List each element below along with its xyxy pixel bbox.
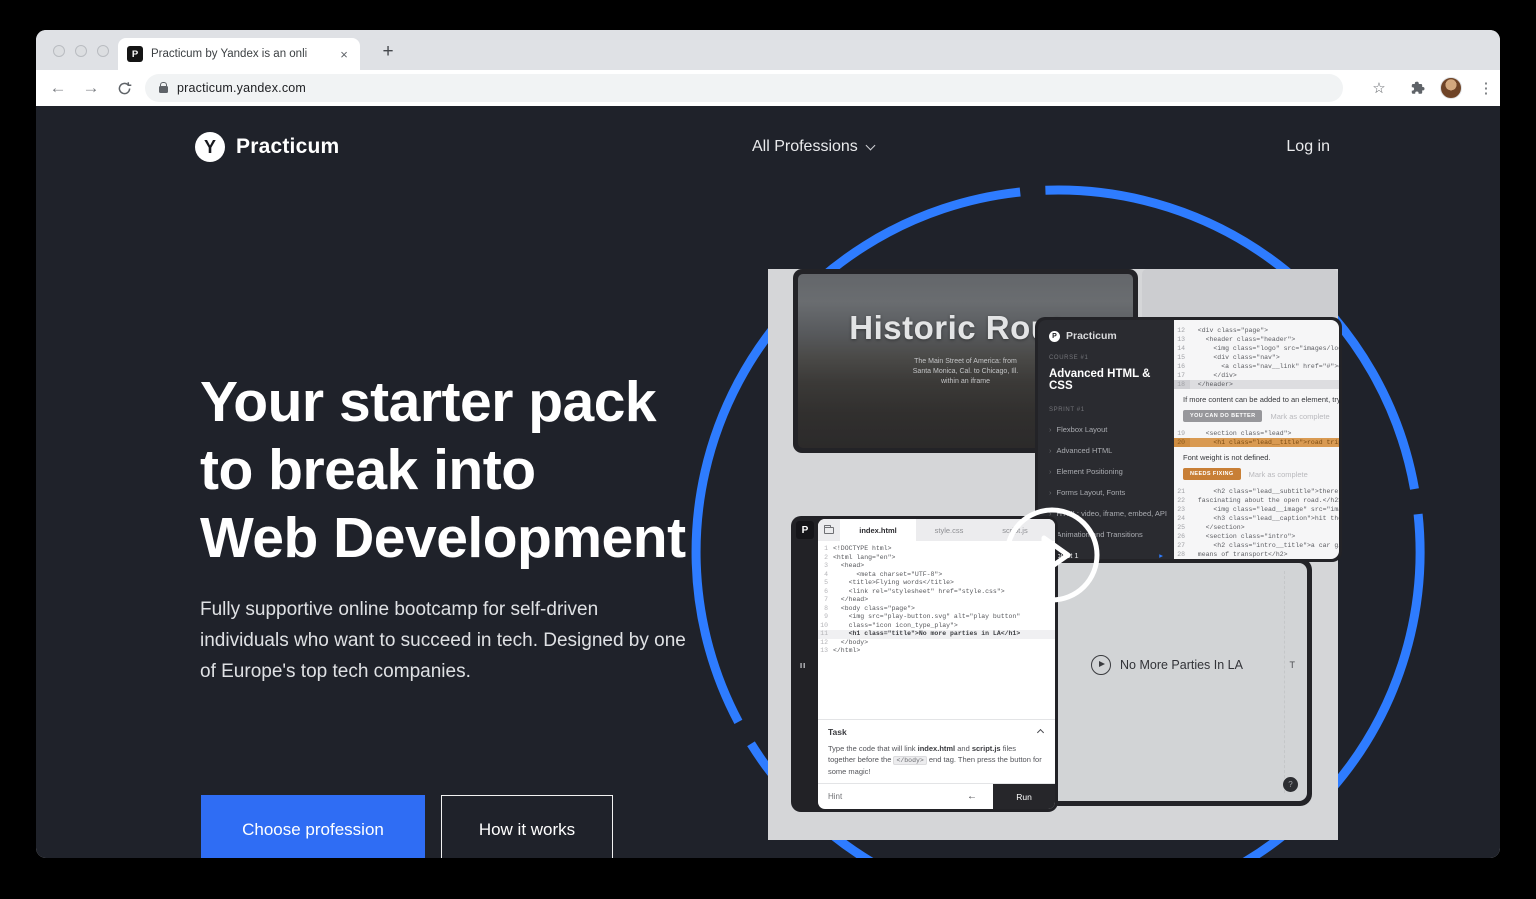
browser-window: P Practicum by Yandex is an onli × + ← →… [36,30,1500,858]
task-header[interactable]: Task [828,727,1045,737]
nav-label: All Professions [752,138,858,156]
lesson-item: ›Element Positioning [1049,467,1163,476]
profile-avatar[interactable] [1436,70,1466,106]
code-chip: </body> [893,756,926,765]
preview-title: No More Parties In LA [1120,658,1243,672]
small-play-icon [1091,655,1111,675]
background-card [1142,269,1338,319]
chevron-up-icon [1037,728,1044,735]
task-panel: Task Type the code that will link index.… [818,719,1055,783]
avatar-image [1440,77,1462,99]
reload-icon[interactable] [110,70,138,106]
review-actions: YOU CAN DO BETTER Mark as complete [1174,408,1339,429]
preview-divider [1284,571,1285,793]
hero-title: Your starter pack to break into Web Deve… [200,368,686,572]
lock-icon [159,86,168,93]
folder-icon-cell [818,519,840,541]
blue-arrow-icon: ▸ [1159,551,1163,559]
course-label: COURSE #1 [1049,355,1163,361]
lesson-item: ›Flexbox Layout [1049,425,1163,434]
cta-row: Choose profession How it works [201,795,613,858]
nav-all-professions[interactable]: All Professions [752,138,874,156]
text-cursor-glyph: T [1290,660,1296,670]
you-can-do-better-button[interactable]: YOU CAN DO BETTER [1183,410,1262,422]
brand-name: Practicum [236,135,339,159]
task-text: Type the code that will link index.html … [828,743,1045,777]
highlighted-editor-line: 11 <h1 class="title">No more parties in … [818,630,1055,639]
practicum-mini-logo-icon: P [1049,331,1060,342]
traffic-light-zoom[interactable] [97,45,109,57]
extensions-puzzle-icon[interactable] [1404,70,1432,106]
task-title: Task [828,727,847,737]
tab-strip: P Practicum by Yandex is an onli × + [36,30,1500,70]
mark-as-complete-link[interactable]: Mark as complete [1249,470,1308,479]
close-tab-icon[interactable]: × [336,47,352,62]
browser-toolbar: ← → practicum.yandex.com ☆ ⋮ [36,70,1500,106]
subtitle-line-3: of Europe's top tech companies. [200,656,686,687]
mark-as-complete-link[interactable]: Mark as complete [1270,412,1329,421]
editor-footer: Hint ← Run [818,783,1055,809]
practicum-brand[interactable]: Y Practicum [195,132,339,162]
traffic-light-close[interactable] [53,45,65,57]
review-note: If more content can be added to an eleme… [1174,389,1339,408]
run-button[interactable]: Run [993,784,1055,810]
url-text: practicum.yandex.com [177,81,306,95]
tab-style-css[interactable]: style.css [916,519,982,541]
lesson-item: ›Forms Layout, Fonts [1049,488,1163,497]
hero-line-3: Web Development [200,504,686,572]
video-play-button[interactable] [997,500,1107,615]
tab-index-html[interactable]: index.html [840,519,916,541]
review-note: Font weight is not defined. [1174,447,1339,466]
editor-logo-icon: P [796,521,814,539]
lesson-item: ›Advanced HTML [1049,446,1163,455]
subtitle-line-1: Fully supportive online bootcamp for sel… [200,594,686,625]
traffic-light-minimize[interactable] [75,45,87,57]
new-tab-button[interactable]: + [374,38,402,66]
preview-content: No More Parties In LA [1091,655,1243,675]
chevron-down-icon [865,140,875,150]
how-it-works-button[interactable]: How it works [441,795,613,858]
sidebar-handle-icon: II [800,661,806,670]
hero-subtitle: Fully supportive online bootcamp for sel… [200,594,686,687]
highlighted-code-line: 18 </header> [1174,380,1339,389]
browser-menu-icon[interactable]: ⋮ [1472,70,1500,106]
folder-icon [824,527,834,534]
favicon-icon: P [127,46,143,62]
subtitle-line-2: individuals who want to succeed in tech.… [200,625,686,656]
lesson-brand: P Practicum [1049,330,1163,342]
play-icon [997,500,1107,610]
screenshot-stage: P Practicum by Yandex is an onli × + ← →… [0,0,1536,899]
practicum-logo-icon: Y [195,132,225,162]
page-content: Y Practicum All Professions Log in Your … [36,106,1500,858]
product-collage: Historic Route The Main Street of Americ… [768,269,1338,840]
help-badge: ? [1283,777,1298,792]
needs-fixing-button[interactable]: NEEDS FIXING [1183,468,1241,480]
address-bar[interactable]: practicum.yandex.com [145,74,1343,102]
bookmark-star-icon[interactable]: ☆ [1365,70,1393,106]
choose-profession-button[interactable]: Choose profession [201,795,425,858]
reload-glyph [117,81,132,96]
back-step-icon[interactable]: ← [967,791,977,802]
back-icon[interactable]: ← [44,70,72,106]
site-header: Y Practicum All Professions Log in [195,128,1330,166]
login-link[interactable]: Log in [1286,138,1330,156]
hero-line-1: Your starter pack [200,368,686,436]
forward-icon[interactable]: → [77,70,105,106]
tab-title: Practicum by Yandex is an onli [151,48,336,60]
hero-line-2: to break into [200,436,686,504]
course-title: Advanced HTML & CSS [1049,368,1163,392]
highlighted-code-line-orange: 20 <h1 class="lead__title">road trip… [1174,438,1339,447]
review-actions: NEEDS FIXING Mark as complete [1174,466,1339,487]
lesson-review-panel: 12 <div class="page"> 13 <header class="… [1174,320,1339,559]
sprint-label: SPRINT #1 [1049,407,1163,413]
hint-link[interactable]: Hint [828,792,842,801]
browser-tab[interactable]: P Practicum by Yandex is an onli × [118,38,360,70]
